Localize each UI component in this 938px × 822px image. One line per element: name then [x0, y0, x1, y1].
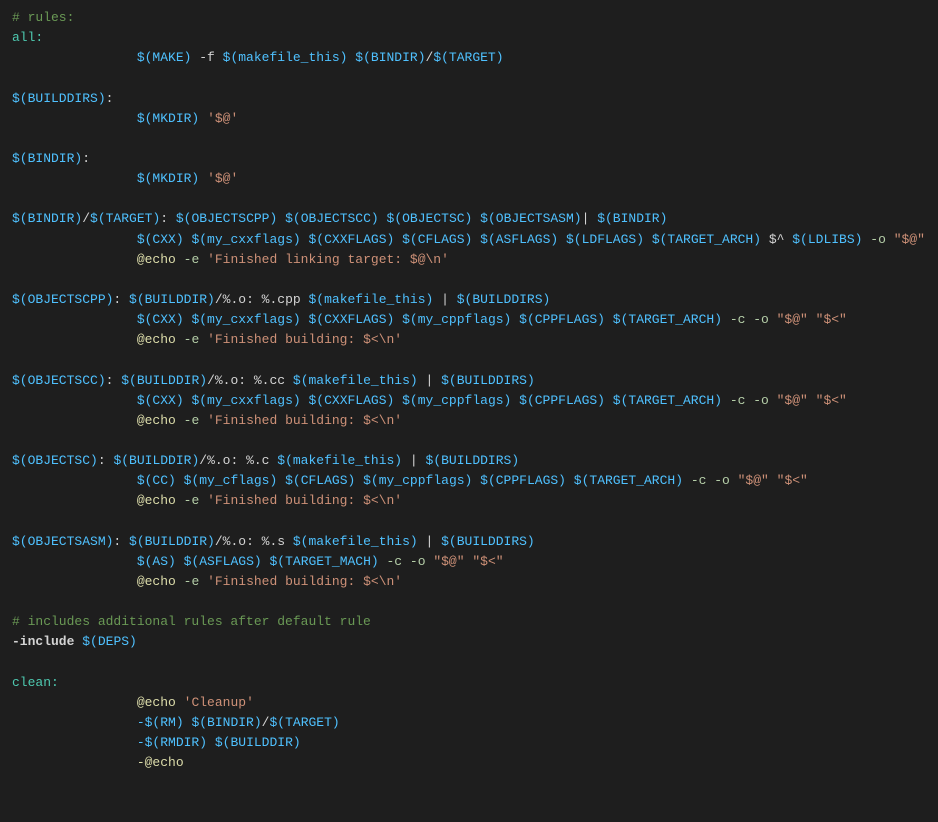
code-line: $(OBJECTSC): $(BUILDDIR)/%.o: %.c $(make… — [0, 451, 938, 471]
line-content: $(MKDIR) '$@' — [12, 169, 926, 189]
line-content: @echo -e 'Finished building: $<\n' — [12, 411, 926, 431]
code-line: -@echo — [0, 753, 938, 773]
code-line: $(BINDIR): — [0, 149, 938, 169]
code-line — [0, 129, 938, 149]
line-content: @echo -e 'Finished building: $<\n' — [12, 572, 926, 592]
code-line: $(MKDIR) '$@' — [0, 169, 938, 189]
code-line: -include $(DEPS) — [0, 632, 938, 652]
code-line — [0, 350, 938, 370]
line-content: all: — [12, 28, 926, 48]
code-line: @echo -e 'Finished building: $<\n' — [0, 572, 938, 592]
line-content — [12, 773, 926, 793]
line-content — [12, 270, 926, 290]
line-content: $(BINDIR): — [12, 149, 926, 169]
line-content: -@echo — [12, 753, 926, 773]
line-content: $(OBJECTSC): $(BUILDDIR)/%.o: %.c $(make… — [12, 451, 926, 471]
line-content: # includes additional rules after defaul… — [12, 612, 926, 632]
line-content: -include $(DEPS) — [12, 632, 926, 652]
line-content — [12, 431, 926, 451]
line-content — [12, 512, 926, 532]
line-content: @echo -e 'Finished building: $<\n' — [12, 491, 926, 511]
line-content: $(MAKE) -f $(makefile_this) $(BINDIR)/$(… — [12, 48, 926, 68]
code-line: # includes additional rules after defaul… — [0, 612, 938, 632]
code-line: # rules: — [0, 8, 938, 28]
code-line: -$(RMDIR) $(BUILDDIR) — [0, 733, 938, 753]
code-line: $(MAKE) -f $(makefile_this) $(BINDIR)/$(… — [0, 48, 938, 68]
code-line: @echo -e 'Finished building: $<\n' — [0, 491, 938, 511]
code-line: $(MKDIR) '$@' — [0, 109, 938, 129]
line-content: $(AS) $(ASFLAGS) $(TARGET_MACH) -c -o "$… — [12, 552, 926, 572]
code-line — [0, 189, 938, 209]
line-content: @echo -e 'Finished building: $<\n' — [12, 330, 926, 350]
line-content: $(OBJECTSCC): $(BUILDDIR)/%.o: %.cc $(ma… — [12, 371, 926, 391]
line-content: -$(RMDIR) $(BUILDDIR) — [12, 733, 926, 753]
code-line: all: — [0, 28, 938, 48]
code-line — [0, 592, 938, 612]
code-line — [0, 512, 938, 532]
line-content: $(CXX) $(my_cxxflags) $(CXXFLAGS) $(CFLA… — [12, 230, 926, 250]
code-line — [0, 793, 938, 813]
code-line — [0, 653, 938, 673]
code-line: $(CXX) $(my_cxxflags) $(CXXFLAGS) $(my_c… — [0, 310, 938, 330]
code-line — [0, 270, 938, 290]
line-content — [12, 129, 926, 149]
line-content: $(MKDIR) '$@' — [12, 109, 926, 129]
code-line: clean: — [0, 673, 938, 693]
line-content: @echo -e 'Finished linking target: $@\n' — [12, 250, 926, 270]
code-line: $(AS) $(ASFLAGS) $(TARGET_MACH) -c -o "$… — [0, 552, 938, 572]
code-line — [0, 431, 938, 451]
line-content: clean: — [12, 673, 926, 693]
code-line: $(CXX) $(my_cxxflags) $(CXXFLAGS) $(CFLA… — [0, 230, 938, 250]
code-line: $(CC) $(my_cflags) $(CFLAGS) $(my_cppfla… — [0, 471, 938, 491]
code-line: $(OBJECTSASM): $(BUILDDIR)/%.o: %.s $(ma… — [0, 532, 938, 552]
code-line: $(OBJECTSCPP): $(BUILDDIR)/%.o: %.cpp $(… — [0, 290, 938, 310]
code-line: -$(RM) $(BINDIR)/$(TARGET) — [0, 713, 938, 733]
code-line: @echo 'Cleanup' — [0, 693, 938, 713]
line-content — [12, 189, 926, 209]
line-content: $(CXX) $(my_cxxflags) $(CXXFLAGS) $(my_c… — [12, 391, 926, 411]
line-content — [12, 350, 926, 370]
line-content — [12, 68, 926, 88]
line-content: # rules: — [12, 8, 926, 28]
line-content — [12, 653, 926, 673]
line-content: $(BUILDDIRS): — [12, 89, 926, 109]
line-content: $(OBJECTSASM): $(BUILDDIR)/%.o: %.s $(ma… — [12, 532, 926, 552]
line-content — [12, 793, 926, 813]
line-content: $(CC) $(my_cflags) $(CFLAGS) $(my_cppfla… — [12, 471, 926, 491]
line-content: -$(RM) $(BINDIR)/$(TARGET) — [12, 713, 926, 733]
code-line: @echo -e 'Finished building: $<\n' — [0, 330, 938, 350]
line-content: @echo 'Cleanup' — [12, 693, 926, 713]
line-content: $(CXX) $(my_cxxflags) $(CXXFLAGS) $(my_c… — [12, 310, 926, 330]
line-content: $(OBJECTSCPP): $(BUILDDIR)/%.o: %.cpp $(… — [12, 290, 926, 310]
line-content: $(BINDIR)/$(TARGET): $(OBJECTSCPP) $(OBJ… — [12, 209, 926, 229]
line-content — [12, 592, 926, 612]
code-editor: # rules:all: $(MAKE) -f $(makefile_this)… — [0, 0, 938, 822]
code-line: $(BINDIR)/$(TARGET): $(OBJECTSCPP) $(OBJ… — [0, 209, 938, 229]
code-line — [0, 68, 938, 88]
code-line: $(CXX) $(my_cxxflags) $(CXXFLAGS) $(my_c… — [0, 391, 938, 411]
code-line: @echo -e 'Finished building: $<\n' — [0, 411, 938, 431]
code-line — [0, 773, 938, 793]
code-line: @echo -e 'Finished linking target: $@\n' — [0, 250, 938, 270]
code-line: $(OBJECTSCC): $(BUILDDIR)/%.o: %.cc $(ma… — [0, 371, 938, 391]
code-line: $(BUILDDIRS): — [0, 89, 938, 109]
